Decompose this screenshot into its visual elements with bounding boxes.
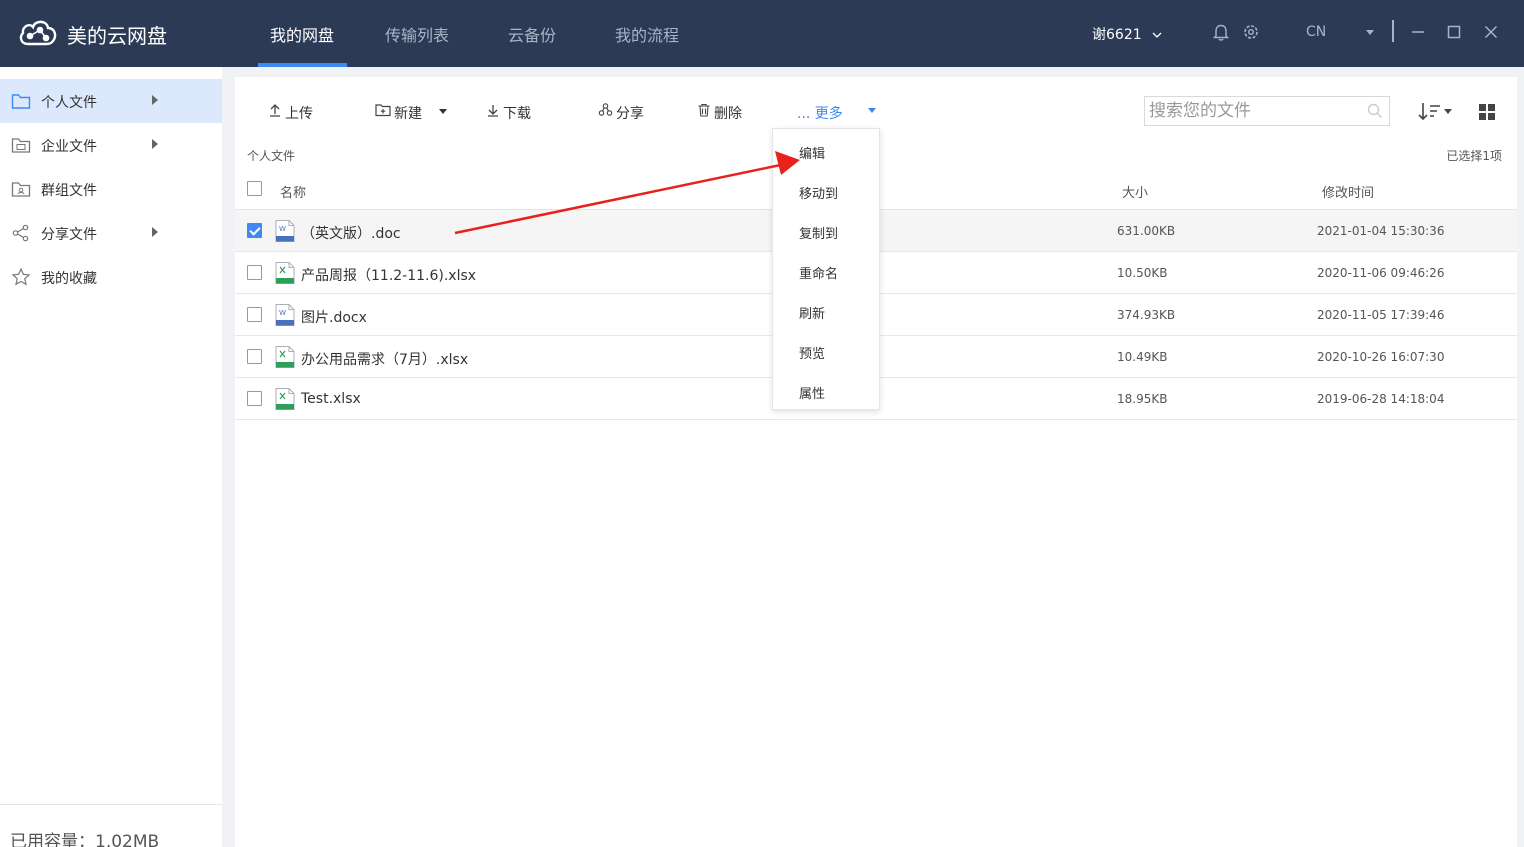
chevron-down-icon [1152, 32, 1162, 38]
file-modified-time: 2021-01-04 15:30:36 [1317, 224, 1445, 238]
more-button[interactable]: ... 更多 [797, 101, 879, 123]
top-bar: 美的云网盘 我的网盘 传输列表 云备份 我的流程 谢6621 CN [0, 0, 1524, 67]
folder-icon [11, 94, 31, 109]
file-size: 10.49KB [1117, 350, 1168, 364]
sidebar-item-label: 个人文件 [41, 95, 97, 111]
grid-view-icon[interactable] [1478, 103, 1496, 121]
row-checkbox[interactable] [247, 349, 262, 364]
sort-icon[interactable] [1418, 101, 1454, 123]
star-icon [11, 268, 31, 286]
caret-down-icon [868, 108, 876, 113]
file-name[interactable]: （英文版）.doc [301, 223, 401, 243]
search-box[interactable] [1144, 96, 1390, 126]
more-dropdown-menu: 编辑 移动到 复制到 重命名 刷新 预览 属性 [772, 128, 880, 410]
cloud-logo-icon [19, 20, 57, 46]
word-file-icon: W [275, 304, 295, 326]
upload-icon [270, 104, 280, 117]
new-button[interactable]: 新建 [375, 101, 455, 123]
divider [0, 804, 222, 805]
close-icon[interactable] [1481, 22, 1501, 42]
minimize-icon[interactable] [1408, 22, 1428, 42]
sidebar-item-enterprise-files[interactable]: 企业文件 [0, 123, 222, 167]
new-folder-icon [375, 104, 391, 117]
svg-text:W: W [279, 225, 286, 233]
active-tab-indicator [258, 63, 347, 67]
file-name[interactable]: 产品周报（11.2-11.6).xlsx [301, 265, 476, 285]
column-header-modified[interactable]: 修改时间 [1322, 182, 1374, 201]
caret-down-icon[interactable] [1366, 30, 1374, 35]
menu-item-refresh[interactable]: 刷新 [773, 290, 879, 330]
sidebar: 个人文件 企业文件 群组文件 分享文件 我的收藏 已用容量：1.02MB [0, 67, 222, 847]
selection-count: 已选择1项 [1446, 149, 1502, 163]
file-size: 18.95KB [1117, 392, 1168, 406]
search-input[interactable] [1149, 99, 1359, 123]
bell-icon[interactable] [1211, 22, 1231, 42]
enterprise-folder-icon [11, 138, 31, 153]
sidebar-item-group-files[interactable]: 群组文件 [0, 167, 222, 211]
sidebar-item-favorites[interactable]: 我的收藏 [0, 255, 222, 299]
search-icon[interactable] [1367, 103, 1383, 119]
chevron-right-icon [152, 139, 158, 149]
sidebar-item-label: 企业文件 [41, 139, 97, 155]
file-modified-time: 2019-06-28 14:18:04 [1317, 392, 1445, 406]
trash-icon [698, 103, 710, 117]
sidebar-item-label: 分享文件 [41, 227, 97, 243]
file-size: 631.00KB [1117, 224, 1176, 238]
excel-file-icon [275, 346, 295, 368]
menu-item-copy-to[interactable]: 复制到 [773, 210, 879, 250]
chevron-right-icon [152, 227, 158, 237]
tab-cloud-backup[interactable]: 云备份 [508, 22, 556, 46]
tab-transfer-list[interactable]: 传输列表 [385, 22, 449, 46]
menu-item-move-to[interactable]: 移动到 [773, 170, 879, 210]
file-size: 374.93KB [1117, 308, 1176, 322]
sidebar-item-shared-files[interactable]: 分享文件 [0, 211, 222, 255]
menu-item-edit[interactable]: 编辑 [773, 130, 879, 170]
sidebar-item-personal-files[interactable]: 个人文件 [0, 79, 222, 123]
share-icon [598, 103, 613, 116]
excel-file-icon [275, 388, 295, 410]
row-checkbox[interactable] [247, 391, 262, 406]
tab-my-drive[interactable]: 我的网盘 [270, 22, 334, 46]
svg-text:W: W [279, 309, 286, 317]
row-checkbox[interactable] [247, 307, 262, 322]
user-name: 谢6621 [1092, 27, 1142, 43]
sidebar-item-label: 群组文件 [41, 183, 97, 199]
menu-item-rename[interactable]: 重命名 [773, 250, 879, 290]
storage-capacity: 已用容量：1.02MB [10, 832, 160, 847]
column-header-size[interactable]: 大小 [1122, 182, 1148, 201]
group-folder-icon [11, 182, 31, 197]
tab-my-workflow[interactable]: 我的流程 [615, 22, 679, 46]
row-checkbox[interactable] [247, 223, 262, 238]
maximize-icon[interactable] [1444, 22, 1464, 42]
breadcrumb[interactable]: 个人文件 [247, 147, 295, 164]
excel-file-icon [275, 262, 295, 284]
app-title: 美的云网盘 [67, 24, 167, 48]
file-modified-time: 2020-10-26 16:07:30 [1317, 350, 1445, 364]
download-icon [488, 105, 498, 117]
menu-item-preview[interactable]: 预览 [773, 330, 879, 370]
file-size: 10.50KB [1117, 266, 1168, 280]
row-checkbox[interactable] [247, 265, 262, 280]
language-selector[interactable]: CN [1306, 24, 1326, 40]
file-modified-time: 2020-11-06 09:46:26 [1317, 266, 1445, 280]
file-name[interactable]: 图片.docx [301, 307, 367, 327]
word-file-icon: W [275, 220, 295, 242]
chevron-right-icon [152, 95, 158, 105]
file-modified-time: 2020-11-05 17:39:46 [1317, 308, 1445, 322]
file-name[interactable]: 办公用品需求（7月）.xlsx [301, 349, 468, 369]
select-all-checkbox[interactable] [247, 181, 262, 196]
caret-down-icon [439, 109, 447, 114]
column-header-name[interactable]: 名称 [280, 182, 306, 201]
gear-icon[interactable] [1241, 22, 1261, 42]
user-menu[interactable]: 谢6621 [1092, 24, 1162, 44]
share-icon [12, 224, 29, 242]
sidebar-item-label: 我的收藏 [41, 271, 97, 287]
menu-item-properties[interactable]: 属性 [773, 370, 879, 410]
divider [1392, 20, 1394, 42]
file-name[interactable]: Test.xlsx [301, 391, 361, 407]
